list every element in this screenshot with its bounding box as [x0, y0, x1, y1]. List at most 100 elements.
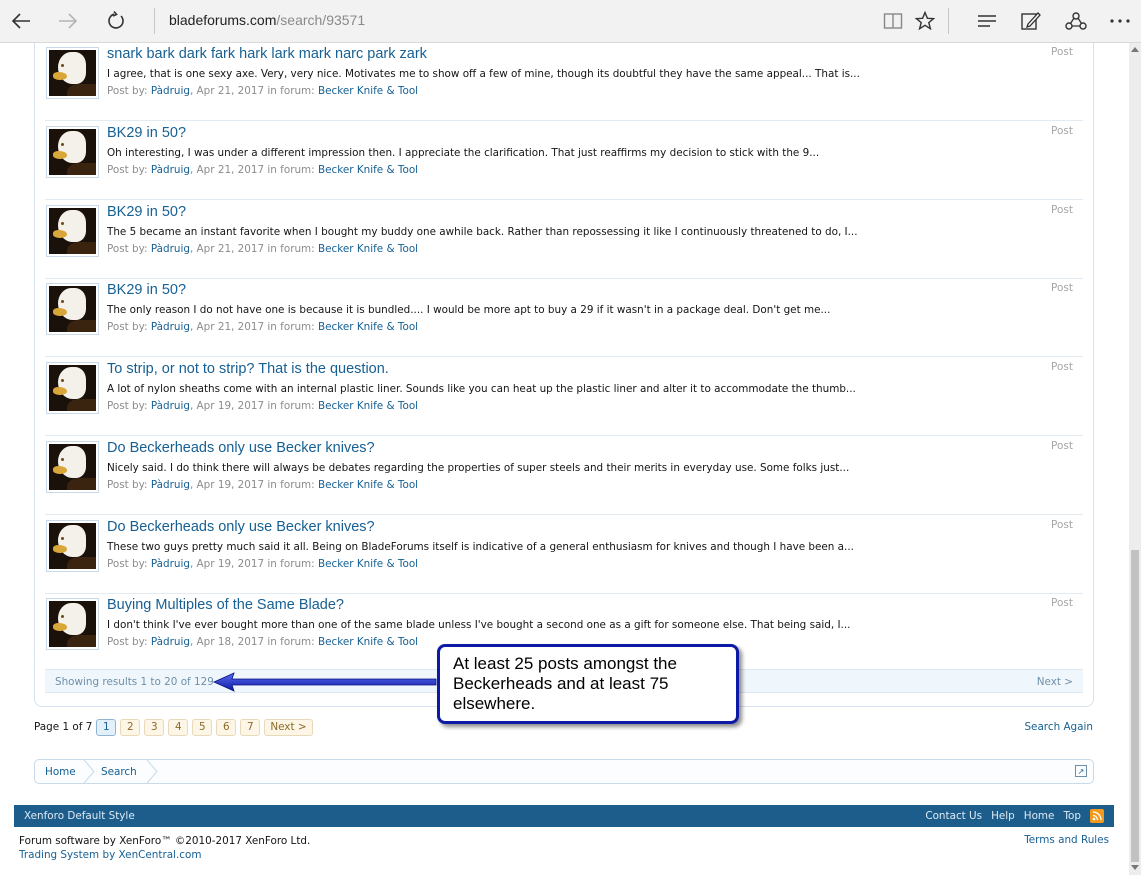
result-type: Post [1051, 519, 1073, 531]
result-meta: Post by: Pàdruig, Apr 18, 2017 in forum:… [107, 636, 418, 648]
result-type: Post [1051, 597, 1073, 609]
breadcrumb-separator-icon [83, 760, 95, 783]
footer-link-contact[interactable]: Contact Us [925, 810, 982, 822]
result-forum-link[interactable]: Becker Knife & Tool [318, 558, 418, 570]
meta-prefix: Post by: [107, 243, 151, 255]
result-title-link[interactable]: Do Beckerheads only use Becker knives? [107, 440, 375, 456]
trading-system-link[interactable]: Trading System by XenCentral.com [19, 848, 310, 862]
result-type: Post [1051, 204, 1073, 216]
footer-link-help[interactable]: Help [991, 810, 1015, 822]
page-link-7[interactable]: 7 [240, 718, 261, 736]
meta-prefix: Post by: [107, 164, 151, 176]
style-chooser[interactable]: Xenforo Default Style [24, 810, 135, 822]
page-link-2[interactable]: 2 [120, 718, 141, 736]
terms-link[interactable]: Terms and Rules [1024, 834, 1109, 846]
result-user-link[interactable]: Pàdruig [151, 164, 190, 176]
browser-toolbar: bladeforums.com/search/93571 [0, 0, 1141, 43]
result-snippet: Nicely said. I do think there will alway… [107, 462, 850, 474]
avatar[interactable] [46, 362, 99, 414]
meta-date: , Apr 18, 2017 in forum: [189, 636, 318, 648]
page-link-3[interactable]: 3 [144, 718, 165, 736]
result-row: BK29 in 50? Oh interesting, I was under a… [45, 122, 1083, 200]
eagle-avatar-image [49, 444, 96, 490]
eagle-avatar-image [49, 601, 96, 647]
avatar[interactable] [46, 441, 99, 493]
result-title-link[interactable]: To strip, or not to strip? That is the q… [107, 361, 389, 377]
result-user-link[interactable]: Pàdruig [151, 479, 190, 491]
meta-prefix: Post by: [107, 558, 151, 570]
result-meta: Post by: Pàdruig, Apr 21, 2017 in forum:… [107, 164, 418, 176]
avatar[interactable] [46, 126, 99, 178]
result-title-link[interactable]: Buying Multiples of the Same Blade? [107, 597, 344, 613]
page-link-4[interactable]: 4 [168, 718, 189, 736]
hub-icon[interactable] [973, 8, 1001, 34]
result-user-link[interactable]: Pàdruig [151, 636, 190, 648]
meta-prefix: Post by: [107, 479, 151, 491]
result-snippet: Oh interesting, I was under a different … [107, 147, 820, 159]
avatar[interactable] [46, 598, 99, 650]
jump-to-icon[interactable]: ↗ [1075, 765, 1087, 777]
meta-date: , Apr 19, 2017 in forum: [189, 400, 318, 412]
reading-view-icon[interactable] [879, 8, 907, 34]
result-user-link[interactable]: Pàdruig [151, 400, 190, 412]
result-row: To strip, or not to strip? That is the q… [45, 358, 1083, 436]
results-count: Showing results 1 to 20 of 129 [55, 676, 214, 688]
avatar[interactable] [46, 520, 99, 572]
result-title-link[interactable]: BK29 in 50? [107, 282, 186, 298]
scroll-up-icon[interactable] [1131, 45, 1139, 53]
result-meta: Post by: Pàdruig, Apr 19, 2017 in forum:… [107, 479, 418, 491]
result-user-link[interactable]: Pàdruig [151, 243, 190, 255]
result-row: Do Beckerheads only use Becker knives? Th… [45, 516, 1083, 594]
footer-link-top[interactable]: Top [1063, 810, 1081, 822]
next-link[interactable]: Next > [1037, 676, 1073, 688]
result-forum-link[interactable]: Becker Knife & Tool [318, 164, 418, 176]
meta-prefix: Post by: [107, 321, 151, 333]
search-again-link[interactable]: Search Again [1024, 721, 1093, 733]
result-forum-link[interactable]: Becker Knife & Tool [318, 321, 418, 333]
share-icon[interactable] [1062, 8, 1090, 34]
page-link-5[interactable]: 5 [192, 718, 213, 736]
footer-link-home[interactable]: Home [1024, 810, 1055, 822]
page-nav-label: Page 1 of 7 [34, 721, 93, 733]
result-type: Post [1051, 46, 1073, 58]
result-type: Post [1051, 440, 1073, 452]
page-next-button[interactable]: Next > [264, 718, 313, 736]
address-bar[interactable]: bladeforums.com/search/93571 [169, 12, 365, 28]
breadcrumb-search[interactable]: Search [101, 760, 137, 783]
eagle-avatar-image [49, 208, 96, 254]
result-snippet: I agree, that is one sexy axe. Very, ver… [107, 68, 860, 80]
result-forum-link[interactable]: Becker Knife & Tool [318, 636, 418, 648]
avatar[interactable] [46, 283, 99, 335]
eagle-avatar-image [49, 365, 96, 411]
result-user-link[interactable]: Pàdruig [151, 558, 190, 570]
result-forum-link[interactable]: Becker Knife & Tool [318, 85, 418, 97]
meta-date: , Apr 21, 2017 in forum: [189, 321, 318, 333]
scroll-down-icon[interactable] [1131, 864, 1139, 872]
result-forum-link[interactable]: Becker Knife & Tool [318, 479, 418, 491]
page-link-6[interactable]: 6 [216, 718, 237, 736]
forward-icon[interactable] [54, 8, 82, 34]
result-forum-link[interactable]: Becker Knife & Tool [318, 400, 418, 412]
result-user-link[interactable]: Pàdruig [151, 321, 190, 333]
result-title-link[interactable]: BK29 in 50? [107, 125, 186, 141]
scrollbar-thumb[interactable] [1131, 550, 1139, 862]
rss-icon[interactable] [1090, 809, 1104, 823]
footer-bar: Xenforo Default Style Contact Us Help Ho… [14, 805, 1114, 827]
eagle-avatar-image [49, 286, 96, 332]
result-title-link[interactable]: BK29 in 50? [107, 204, 186, 220]
avatar[interactable] [46, 205, 99, 257]
url-host: bladeforums.com [169, 12, 277, 28]
more-icon[interactable] [1106, 8, 1134, 34]
breadcrumb-home[interactable]: Home [45, 760, 76, 783]
avatar[interactable] [46, 47, 99, 99]
refresh-icon[interactable] [102, 8, 130, 34]
result-user-link[interactable]: Pàdruig [151, 85, 190, 97]
result-forum-link[interactable]: Becker Knife & Tool [318, 243, 418, 255]
result-row: snark bark dark fark hark lark mark narc… [45, 43, 1083, 121]
back-icon[interactable] [7, 8, 35, 34]
page-link-1[interactable]: 1 [96, 718, 117, 736]
favorite-star-icon[interactable] [911, 8, 939, 34]
web-note-icon[interactable] [1017, 8, 1045, 34]
result-title-link[interactable]: Do Beckerheads only use Becker knives? [107, 519, 375, 535]
result-title-link[interactable]: snark bark dark fark hark lark mark narc… [107, 46, 427, 62]
